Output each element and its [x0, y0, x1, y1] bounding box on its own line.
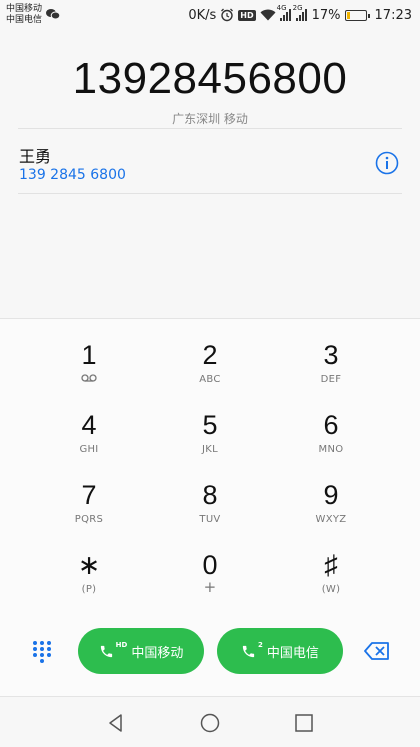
key-9[interactable]: 9 WXYZ [271, 459, 391, 529]
phone-icon [242, 645, 255, 657]
sim1-label: 中国移动 [131, 645, 184, 661]
key-digit: ♯ [324, 550, 338, 580]
recents-icon[interactable] [294, 713, 314, 733]
key-digit: 5 [202, 410, 218, 440]
key-7[interactable]: 7 PQRS [29, 459, 149, 529]
contact-name: 王勇 [19, 147, 52, 166]
key-hash[interactable]: ♯ (W) [271, 529, 391, 599]
status-indicators: 0K/s HD 4G 2G 17% 17:23 [188, 4, 412, 24]
number-display: 13928456800 广东深圳 移动 [0, 30, 420, 128]
signal-1: 4G [277, 4, 292, 21]
carrier-2-label: 中国电信 [6, 15, 43, 25]
dial-keypad: 1 2 ABC 3 DEF 4 GHI 5 JKL 6 MNO 7 PQRS 8… [0, 318, 420, 610]
key-8[interactable]: 8 TUV [150, 459, 270, 529]
key-letters: (P) [81, 584, 97, 595]
key-letters: + [203, 578, 217, 596]
key-star[interactable]: ∗ (P) [29, 529, 149, 599]
call-sim1-button[interactable]: HD 中国移动 [78, 628, 204, 674]
sim2-label: 中国电信 [266, 645, 319, 661]
status-bar: 中国移动 中国电信 0K/s HD 4G 2G 17% 17:23 [0, 0, 420, 30]
key-1[interactable]: 1 [29, 319, 149, 389]
battery-percent: 17% [311, 7, 341, 23]
network-type-1: 4G [276, 4, 287, 12]
number-location: 广东深圳 移动 [172, 112, 248, 126]
back-icon[interactable] [106, 713, 126, 733]
home-icon[interactable] [200, 713, 220, 733]
key-digit: 0 [202, 550, 218, 580]
net-speed: 0K/s [188, 7, 217, 23]
clock: 17:23 [374, 7, 412, 23]
key-3[interactable]: 3 DEF [271, 319, 391, 389]
key-2[interactable]: 2 ABC [150, 319, 270, 389]
key-letters: PQRS [74, 514, 104, 525]
battery-fill [346, 11, 350, 19]
hd-voice-badge: HD [238, 9, 256, 21]
dialpad-toggle-icon[interactable] [32, 640, 52, 664]
key-5[interactable]: 5 JKL [150, 389, 270, 459]
alarm-icon [221, 8, 234, 22]
key-digit: 6 [323, 410, 339, 440]
key-4[interactable]: 4 GHI [29, 389, 149, 459]
call-sim2-button[interactable]: 2 中国电信 [217, 628, 343, 674]
backspace-icon[interactable] [364, 642, 390, 660]
battery-icon [344, 9, 370, 21]
key-letters: GHI [79, 444, 99, 455]
key-0[interactable]: 0 + [150, 529, 270, 599]
key-digit: 9 [323, 480, 339, 510]
key-letters: DEF [320, 374, 342, 385]
wifi-icon [260, 9, 276, 21]
key-digit: 8 [202, 480, 218, 510]
key-letters: (W) [321, 584, 341, 595]
key-letters: TUV [199, 514, 221, 525]
key-6[interactable]: 6 MNO [271, 389, 391, 459]
sim2-badge: 2 [258, 641, 263, 649]
key-digit: 7 [81, 480, 97, 510]
key-digit: 1 [81, 340, 97, 370]
carrier-1-label: 中国移动 [6, 4, 43, 14]
info-icon[interactable] [375, 151, 399, 175]
sim1-badge: HD [115, 641, 128, 649]
navigation-bar [0, 696, 420, 747]
key-letters: MNO [318, 444, 344, 455]
key-digit: 3 [323, 340, 339, 370]
key-digit: 4 [81, 410, 97, 440]
call-bar: HD 中国移动 2 中国电信 [0, 610, 420, 696]
network-type-2: 2G [292, 4, 303, 12]
key-letters: ABC [199, 374, 221, 385]
dialed-number[interactable]: 13928456800 [0, 54, 420, 104]
key-digit: 2 [202, 340, 218, 370]
carrier-labels: 中国移动 中国电信 [6, 4, 42, 26]
voicemail-icon [29, 374, 149, 386]
wechat-icon [46, 9, 60, 20]
key-digit: ∗ [77, 550, 101, 580]
contact-suggestion[interactable]: 王勇 139 2845 6800 [18, 128, 402, 194]
key-letters: WXYZ [315, 514, 347, 525]
contact-number: 139 2845 6800 [19, 167, 126, 183]
key-letters: JKL [202, 444, 218, 455]
signal-2: 2G [293, 4, 308, 21]
phone-icon [100, 645, 112, 657]
